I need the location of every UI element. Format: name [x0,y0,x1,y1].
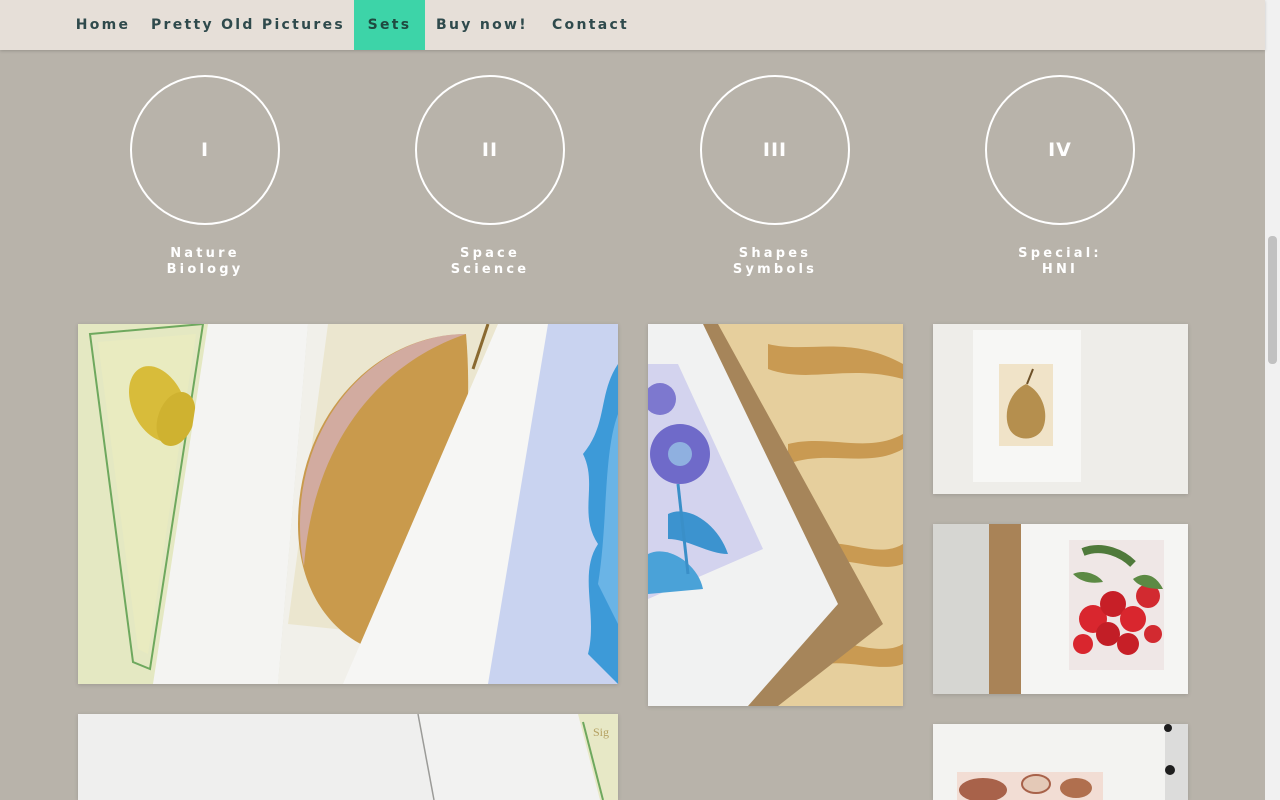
gallery-photo-nuts[interactable] [933,724,1188,800]
gallery-photo-strawberry[interactable] [933,524,1188,694]
set-label-4[interactable]: Special: HNI [950,246,1170,278]
set-label-line: Symbols [732,262,818,277]
nav-home-link[interactable]: Home [64,0,142,50]
scrollbar-thumb[interactable] [1268,236,1277,364]
nav-pretty-old-pictures-link[interactable]: Pretty Old Pictures [145,0,351,50]
set-label-line: Shapes [738,246,812,261]
set-label-2[interactable]: Space Science [380,246,600,278]
set-circle-3[interactable]: III [700,75,850,225]
set-label-line: Special: [1018,246,1102,261]
set-numeral: I [200,139,210,161]
set-circle-2[interactable]: II [415,75,565,225]
set-numeral: II [481,139,499,161]
nav-buy-now-link[interactable]: Buy now! [428,0,536,50]
gallery-photo-butterfly-pear[interactable] [78,324,618,684]
set-label-line: HNI [1041,262,1079,277]
photo-artwork [933,324,1188,494]
photo-artwork: Sig [78,714,618,800]
svg-text:Sig: Sig [593,725,609,739]
gallery-photo-pear[interactable] [933,324,1188,494]
gallery-photo-blue-flower-frame[interactable] [648,324,903,706]
set-label-1[interactable]: Nature Biology [95,246,315,278]
set-label-line: Science [450,262,530,277]
set-label-line: Nature [170,246,240,261]
set-circle-4[interactable]: IV [985,75,1135,225]
nav-sets-link[interactable]: Sets [354,0,425,50]
gallery-photo-prints-closeup[interactable]: Sig [78,714,618,800]
nav-contact-link[interactable]: Contact [540,0,641,50]
set-label-3[interactable]: Shapes Symbols [665,246,885,278]
set-circle-1[interactable]: I [130,75,280,225]
set-numeral: IV [1048,139,1072,161]
photo-artwork [78,324,618,684]
set-label-line: Space [460,246,520,261]
top-navigation: Home Pretty Old Pictures Sets Buy now! C… [0,0,1265,50]
set-label-line: Biology [166,262,244,277]
photo-artwork [933,724,1188,800]
photo-artwork [648,324,903,706]
set-numeral: III [762,139,788,161]
page-scrollbar[interactable] [1265,0,1280,800]
photo-artwork [933,524,1188,694]
